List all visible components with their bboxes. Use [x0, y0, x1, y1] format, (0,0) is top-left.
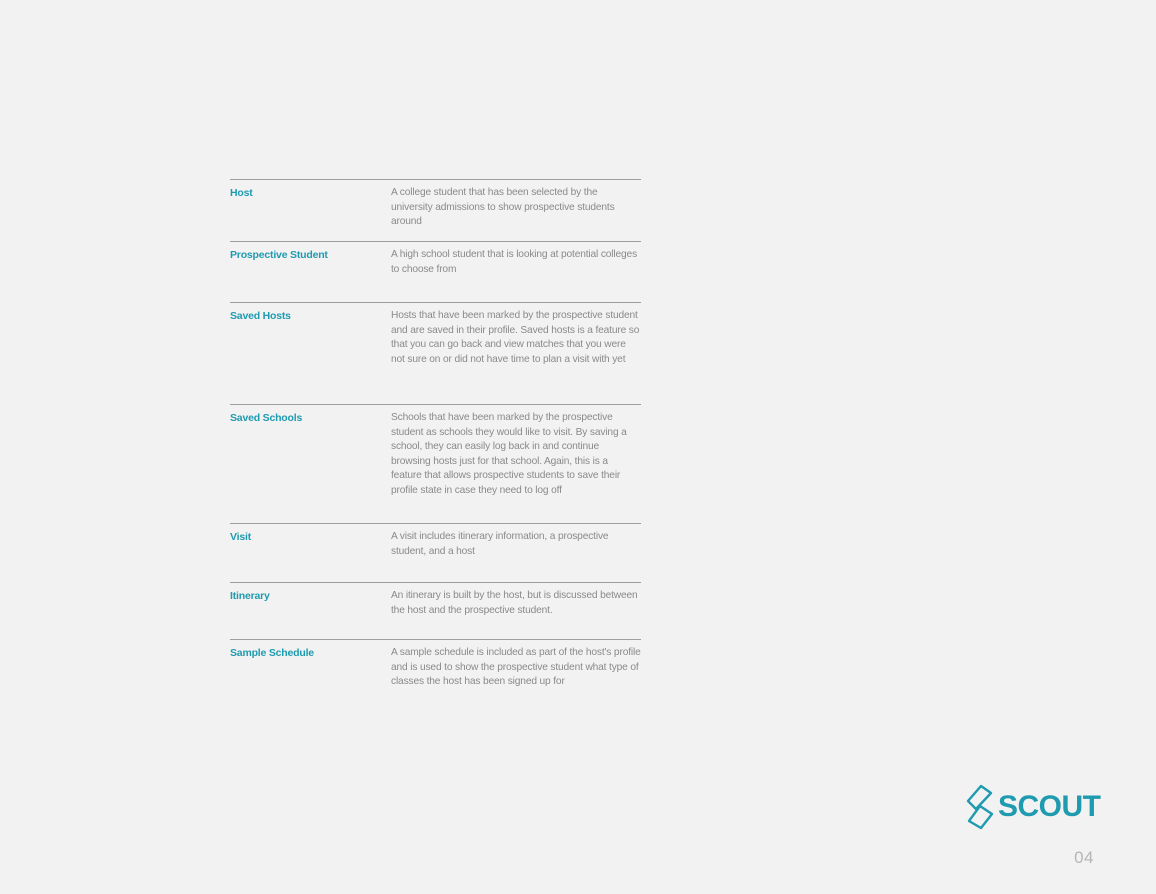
glossary-definition: A visit includes itinerary information, … — [391, 531, 609, 557]
glossary-term: Itinerary — [230, 590, 270, 602]
glossary-table: Host A college student that has been sel… — [230, 179, 641, 699]
glossary-row: Sample Schedule A sample schedule is inc… — [230, 639, 641, 699]
glossary-definition: A college student that has been selected… — [391, 187, 615, 228]
glossary-row: Prospective Student A high school studen… — [230, 241, 641, 302]
glossary-definition: A sample schedule is included as part of… — [391, 647, 641, 688]
scout-logo: SCOUT — [966, 784, 1101, 830]
glossary-term: Visit — [230, 531, 251, 543]
glossary-term: Host — [230, 187, 253, 199]
scout-logo-mark-icon — [966, 784, 994, 830]
glossary-term: Prospective Student — [230, 249, 328, 261]
glossary-definition: An itinerary is built by the host, but i… — [391, 590, 638, 616]
page-number: 04 — [1074, 848, 1094, 867]
glossary-row: Saved Schools Schools that have been mar… — [230, 404, 641, 523]
glossary-definition: Hosts that have been marked by the prosp… — [391, 310, 640, 365]
glossary-row: Host A college student that has been sel… — [230, 179, 641, 241]
glossary-term: Sample Schedule — [230, 647, 314, 659]
glossary-definition: Schools that have been marked by the pro… — [391, 412, 627, 496]
logo-wordmark: SCOUT — [998, 790, 1101, 823]
glossary-term: Saved Schools — [230, 412, 303, 424]
glossary-term: Saved Hosts — [230, 310, 291, 322]
glossary-row: Itinerary An itinerary is built by the h… — [230, 582, 641, 639]
glossary-row: Visit A visit includes itinerary informa… — [230, 523, 641, 582]
glossary-definition: A high school student that is looking at… — [391, 249, 638, 275]
glossary-row: Saved Hosts Hosts that have been marked … — [230, 302, 641, 404]
